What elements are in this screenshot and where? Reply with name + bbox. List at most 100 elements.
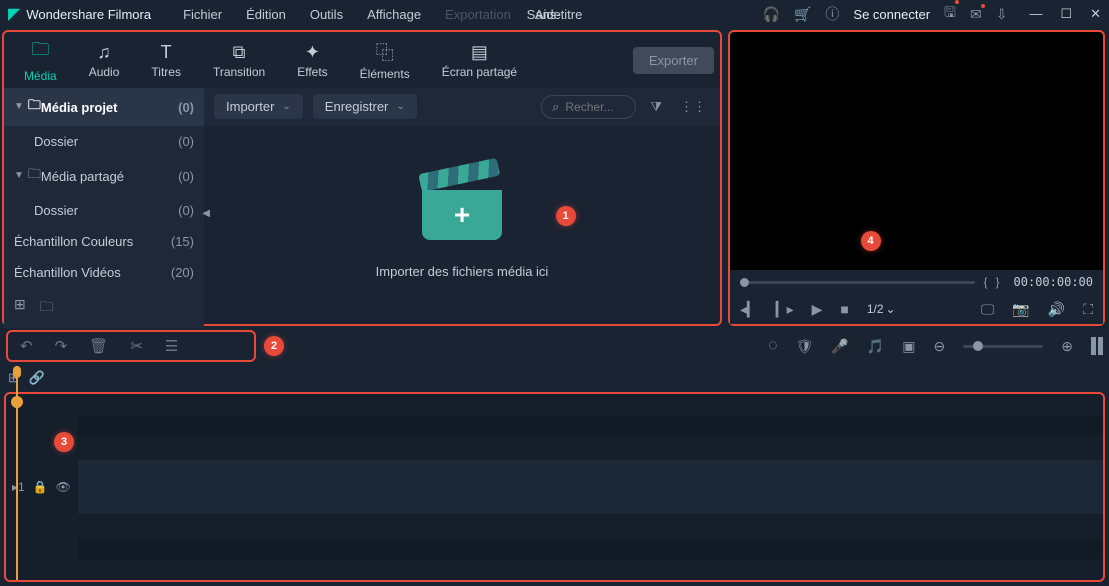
display-icon[interactable]: 🖵 xyxy=(981,301,995,318)
sidebar-item-sample-colors[interactable]: Échantillon Couleurs(15) xyxy=(4,226,204,257)
project-title: Sans-titre xyxy=(527,7,583,22)
sidebar-item-folder-2[interactable]: Dossier(0) xyxy=(4,195,204,226)
save-icon[interactable]: 🖫 xyxy=(944,2,956,26)
tab-splitscreen[interactable]: ▤Écran partagé xyxy=(428,36,531,85)
timeline-playhead[interactable] xyxy=(16,366,18,580)
signin-link[interactable]: Se connecter xyxy=(853,7,930,22)
clapperboard-icon: + xyxy=(422,174,502,244)
marker-icon[interactable]: 🛡 xyxy=(796,338,814,355)
maximize-button[interactable]: ☐ xyxy=(1060,6,1072,22)
chevron-down-icon: ⌄ xyxy=(396,101,404,112)
fullscreen-icon[interactable]: ⛶ xyxy=(1083,301,1093,318)
stop-button[interactable]: ■ xyxy=(840,301,848,317)
sidebar-footer: ⊞ 🗀 xyxy=(4,288,204,328)
volume-icon[interactable]: 🔊 xyxy=(1048,301,1065,318)
track-row-empty-bottom[interactable] xyxy=(6,518,1103,580)
tab-audio[interactable]: ♫Audio xyxy=(75,36,134,85)
transition-icon: ⧉ xyxy=(233,42,246,63)
music-icon: ♫ xyxy=(97,42,111,63)
preview-scrubber[interactable] xyxy=(740,281,975,284)
media-content: Importer⌄ Enregistrer⌄ ⌕ ⧩ ⋮⋮ + Impor xyxy=(204,88,720,328)
timeline: ⊞ 🔗 00:00:00:00 00:00:10:00 00:00:20:00 … xyxy=(0,364,1109,582)
tab-effects[interactable]: ✦Effets xyxy=(283,36,341,85)
snapshot-icon[interactable]: 📷 xyxy=(1012,301,1029,318)
app-name: Wondershare Filmora xyxy=(26,7,151,22)
tab-media[interactable]: 🗀Média xyxy=(10,31,71,89)
sidebar-item-shared-media[interactable]: ▼🗀 Média partagé(0) xyxy=(4,157,204,195)
open-folder-icon[interactable]: 🗀 xyxy=(40,296,54,320)
zoom-out-icon[interactable]: ⊖ xyxy=(934,338,946,355)
preview-viewport[interactable] xyxy=(730,32,1103,270)
redo-icon[interactable]: ↷ xyxy=(55,337,68,355)
media-dropzone[interactable]: + Importer des fichiers média ici 1 xyxy=(204,125,720,328)
timeline-tools: ◌ 🛡 🎤 🎵 ▣ ⊖ ⊕ xyxy=(768,337,1103,355)
cart-icon[interactable]: 🛒 xyxy=(794,6,811,23)
record-button[interactable]: Enregistrer⌄ xyxy=(313,94,417,119)
timeline-ruler-row: ⊞ 🔗 00:00:00:00 00:00:10:00 00:00:20:00 … xyxy=(0,364,1109,392)
play-button[interactable]: ▶ xyxy=(812,301,823,318)
mail-icon[interactable]: ✉ xyxy=(970,6,982,23)
panel-tabs: 🗀Média ♫Audio TTitres ⧉Transition ✦Effet… xyxy=(4,32,720,88)
brace-out-icon[interactable]: } xyxy=(996,275,1000,289)
support-icon[interactable]: 🎧 xyxy=(763,6,780,23)
settings-icon[interactable]: ☰ xyxy=(165,337,178,355)
track-row-empty-top[interactable] xyxy=(6,394,1103,456)
main-area: 🗀Média ♫Audio TTitres ⧉Transition ✦Effet… xyxy=(0,28,1109,328)
edit-toolbar-row: ↶ ↷ 🗑 ✂ ☰ 2 ◌ 🛡 🎤 🎵 ▣ ⊖ ⊕ xyxy=(0,328,1109,364)
info-icon[interactable]: ⓘ xyxy=(825,4,839,24)
close-button[interactable]: ✕ xyxy=(1090,6,1101,22)
layers-icon: ⿻ xyxy=(376,39,394,65)
search-icon: ⌕ xyxy=(552,99,559,115)
undo-icon[interactable]: ↶ xyxy=(20,337,33,355)
sparkle-icon: ✦ xyxy=(305,42,320,63)
track-row-video[interactable]: ▸1 🔒 👁 xyxy=(6,456,1103,518)
brace-in-icon[interactable]: { xyxy=(983,275,987,289)
import-button[interactable]: Importer⌄ xyxy=(214,94,303,119)
download-icon[interactable]: ⇩ xyxy=(996,6,1008,23)
menu-view[interactable]: Affichage xyxy=(357,3,431,26)
visibility-icon[interactable]: 👁 xyxy=(56,480,71,494)
media-panel: 🗀Média ♫Audio TTitres ⧉Transition ✦Effet… xyxy=(2,30,722,326)
menu-tools[interactable]: Outils xyxy=(300,3,353,26)
chevron-down-icon: ⌄ xyxy=(282,101,290,112)
next-frame-button[interactable]: ▎▸ xyxy=(776,301,794,318)
render-icon[interactable]: ◌ xyxy=(768,337,778,355)
split-icon: ▤ xyxy=(471,42,488,63)
zoom-slider[interactable] xyxy=(963,345,1043,348)
media-toolbar: Importer⌄ Enregistrer⌄ ⌕ ⧩ ⋮⋮ xyxy=(204,88,720,125)
annotation-4: 4 xyxy=(861,231,881,251)
tab-titles[interactable]: TTitres xyxy=(137,36,195,85)
prev-frame-button[interactable]: ◂▎ xyxy=(740,301,758,318)
media-sidebar: ▼🗀 Média projet(0) Dossier(0) ▼🗀 Média p… xyxy=(4,88,204,328)
menu-export: Exportation xyxy=(435,3,521,26)
sidebar-item-folder-1[interactable]: Dossier(0) xyxy=(4,126,204,157)
zoom-in-icon[interactable]: ⊕ xyxy=(1061,338,1073,355)
keyframe-icon[interactable]: ▣ xyxy=(902,338,915,355)
tab-transition[interactable]: ⧉Transition xyxy=(199,36,279,85)
annotation-2: 2 xyxy=(264,336,284,356)
export-button[interactable]: Exporter xyxy=(633,47,714,74)
audio-mixer-icon[interactable]: 🎵 xyxy=(867,338,884,355)
search-input[interactable] xyxy=(565,100,625,114)
grid-view-icon[interactable]: ⋮⋮ xyxy=(676,95,710,119)
voiceover-icon[interactable]: 🎤 xyxy=(831,338,848,355)
sidebar-item-project-media[interactable]: ▼🗀 Média projet(0) xyxy=(4,88,204,126)
link-icon[interactable]: 🔗 xyxy=(29,370,45,386)
menu-edit[interactable]: Édition xyxy=(236,3,296,26)
fit-timeline-icon[interactable] xyxy=(1091,337,1103,355)
add-folder-icon[interactable]: ⊞ xyxy=(14,296,26,320)
minimize-button[interactable]: — xyxy=(1029,6,1042,22)
text-icon: T xyxy=(161,42,172,63)
tab-elements[interactable]: ⿻Éléments xyxy=(346,33,424,87)
menu-file[interactable]: Fichier xyxy=(173,3,232,26)
edit-toolbar: ↶ ↷ 🗑 ✂ ☰ xyxy=(6,330,256,362)
annotation-1: 1 xyxy=(556,206,576,226)
sidebar-item-sample-videos[interactable]: Échantillon Vidéos(20) xyxy=(4,257,204,288)
delete-icon[interactable]: 🗑 xyxy=(89,337,108,355)
preview-scale[interactable]: 1/2 ⌄ xyxy=(867,302,896,316)
cut-icon[interactable]: ✂ xyxy=(130,337,143,355)
search-box[interactable]: ⌕ xyxy=(541,95,636,119)
lock-icon[interactable]: 🔒 xyxy=(33,480,48,494)
app-logo: ◤ Wondershare Filmora xyxy=(8,4,151,24)
filter-icon[interactable]: ⧩ xyxy=(646,95,666,119)
